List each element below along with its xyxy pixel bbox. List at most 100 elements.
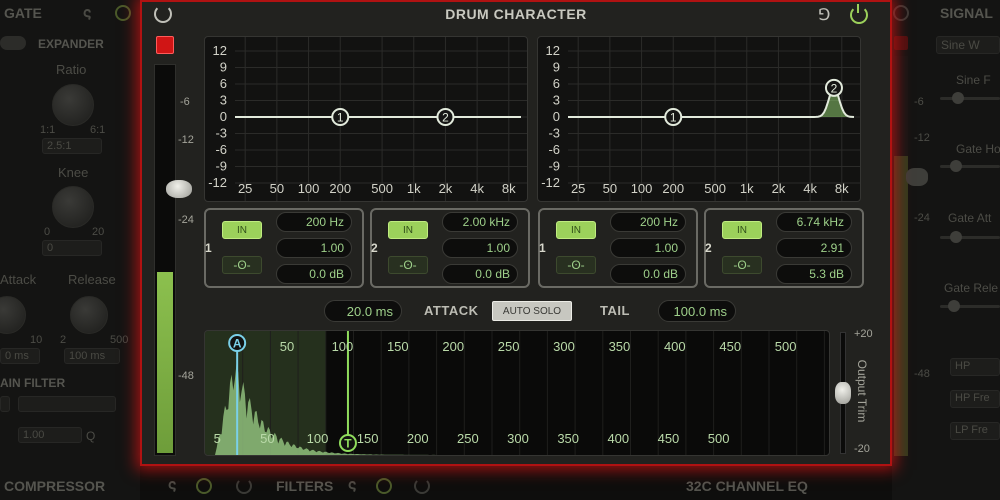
band-in-button[interactable]: IN xyxy=(556,221,596,239)
input-meter-tick: -24 xyxy=(178,214,194,226)
x-tick-label: 4k xyxy=(803,181,817,196)
slider-thumb[interactable] xyxy=(950,231,962,243)
sine-freq-slider[interactable] xyxy=(940,97,1000,100)
bell-icon: -ʘ- xyxy=(567,258,585,272)
ear-icon: 𝛓 xyxy=(83,4,92,20)
attack-max: 10 xyxy=(30,334,43,346)
band-gain-field[interactable]: 5.3 dB xyxy=(776,264,852,284)
band-shape-button[interactable]: -ʘ- xyxy=(556,256,596,274)
compressor-title: COMPRESSOR xyxy=(4,478,106,494)
release-min: 2 xyxy=(60,334,67,346)
ratio-min: 1:1 xyxy=(40,124,56,136)
band-shape-button[interactable]: -ʘ- xyxy=(222,256,262,274)
ratio-max: 6:1 xyxy=(90,124,106,136)
tail-time-field[interactable]: 100.0 ms xyxy=(658,300,736,322)
eq-graph-left[interactable]: 12 9 6 3 0 -3 -6 -9 -12 25 50 100 200 500 1k 2k 4k 8k 1 2 xyxy=(204,36,528,202)
hp-freq-field[interactable]: HP Fre xyxy=(950,390,1000,408)
y-tick-label: 6 xyxy=(553,76,560,91)
sidechain-field-a[interactable] xyxy=(0,396,10,412)
gate-hold-slider[interactable] xyxy=(940,165,1000,168)
band-shape-button[interactable]: -ʘ- xyxy=(722,256,762,274)
right-alert-button[interactable] xyxy=(894,36,908,50)
output-trim-handle[interactable] xyxy=(835,382,851,404)
y-tick-label: -12 xyxy=(541,175,560,190)
y-tick-label: -9 xyxy=(215,159,227,174)
eq-curve-right: 129630-3-6-9-12 25 50 100 200 500 1k 2k 4k 8k12 xyxy=(541,37,860,201)
sidechain-filter-title: AIN FILTER xyxy=(0,376,66,390)
release-max: 500 xyxy=(110,334,129,346)
eq-node-label: 1 xyxy=(337,111,344,125)
knee-value[interactable]: 0 xyxy=(42,240,102,256)
ear-icon[interactable]: ⅁ xyxy=(818,5,830,25)
sidechain-field-b[interactable] xyxy=(18,396,116,412)
gate-attack-slider[interactable] xyxy=(940,236,1000,239)
power-icon[interactable] xyxy=(850,4,868,24)
band-freq-field[interactable]: 2.00 kHz xyxy=(442,212,518,232)
ratio-knob[interactable] xyxy=(52,84,94,126)
right-meter-thumb[interactable] xyxy=(906,168,928,186)
expander-toggle[interactable] xyxy=(0,36,26,50)
y-tick-label: 9 xyxy=(220,60,227,75)
power-icon[interactable] xyxy=(893,5,909,21)
filters-title: FILTERS xyxy=(276,478,334,494)
ratio-value[interactable]: 2.5:1 xyxy=(42,138,102,154)
output-trim-label: Output Trim xyxy=(855,359,869,423)
attack-value[interactable]: 0 ms xyxy=(0,348,40,364)
gate-hold-label: Gate Ho xyxy=(956,142,1000,156)
right-meter-tick: -48 xyxy=(914,368,930,380)
envelope-top-tick: 150 xyxy=(387,339,409,354)
power-icon[interactable] xyxy=(376,478,392,494)
band-gain-field[interactable]: 0.0 dB xyxy=(276,264,352,284)
release-knob[interactable] xyxy=(70,296,108,334)
slider-thumb[interactable] xyxy=(950,160,962,172)
reset-icon[interactable] xyxy=(414,478,430,494)
auto-solo-button[interactable]: AUTO SOLO xyxy=(492,301,572,321)
band-gain-field[interactable]: 0.0 dB xyxy=(442,264,518,284)
eq-fill xyxy=(568,87,854,117)
band-in-button[interactable]: IN xyxy=(722,221,762,239)
band-in-button[interactable]: IN xyxy=(388,221,428,239)
band-freq-field[interactable]: 200 Hz xyxy=(610,212,686,232)
tail-handle-label: T xyxy=(344,437,352,451)
band-q-field[interactable]: 1.00 xyxy=(610,238,686,258)
eq-graph-right[interactable]: 12 9 6 3 0 -3 -6 -9 -12 25 50 100 200 500 1k 2k 4k 8k 1 2 xyxy=(537,36,861,202)
clip-indicator-button[interactable] xyxy=(156,36,174,54)
knee-max: 20 xyxy=(92,226,105,238)
lp-freq-field[interactable]: LP Fre xyxy=(950,422,1000,440)
x-tick-label: 500 xyxy=(704,181,726,196)
envelope-graph[interactable]: A T 50 100 150 200 250 300 350 400 450 500 5 50 100 150… xyxy=(204,330,830,456)
hp-field[interactable]: HP xyxy=(950,358,1000,376)
band-in-button[interactable]: IN xyxy=(222,221,262,239)
attack-time-field[interactable]: 20.0 ms xyxy=(324,300,402,322)
input-level-handle[interactable] xyxy=(166,180,192,198)
y-tick-label: 12 xyxy=(546,43,560,58)
drum-character-window: DRUM CHARACTER ⅁ -6 -12 -24 -48 12 9 6 3 0 -3… xyxy=(140,0,892,466)
slider-thumb[interactable] xyxy=(948,300,960,312)
x-tick-label: 500 xyxy=(371,181,393,196)
band-gain-field[interactable]: 0.0 dB xyxy=(610,264,686,284)
band-q-field[interactable]: 1.00 xyxy=(276,238,352,258)
x-tick-label: 50 xyxy=(270,181,284,196)
reset-icon[interactable] xyxy=(236,478,252,494)
gate-attack-label: Gate Att xyxy=(948,211,992,225)
signal-type-select[interactable]: Sine W xyxy=(936,36,1000,54)
output-trim-min: -20 xyxy=(854,443,870,455)
envelope-top-tick: 250 xyxy=(498,339,520,354)
input-meter-tick: -6 xyxy=(180,96,190,108)
band-q-field[interactable]: 1.00 xyxy=(442,238,518,258)
knee-knob[interactable] xyxy=(52,186,94,228)
band-shape-button[interactable]: -ʘ- xyxy=(388,256,428,274)
envelope-bottom-tick: 5 xyxy=(214,431,221,446)
slider-thumb[interactable] xyxy=(952,92,964,104)
power-icon[interactable] xyxy=(115,5,131,21)
release-value[interactable]: 100 ms xyxy=(64,348,120,364)
band-q-field[interactable]: 2.91 xyxy=(776,238,852,258)
attack-label: Attack xyxy=(0,272,37,287)
envelope-top-tick: 450 xyxy=(719,339,741,354)
band-freq-field[interactable]: 6.74 kHz xyxy=(776,212,852,232)
envelope-top-tick: 300 xyxy=(553,339,575,354)
y-tick-label: 0 xyxy=(220,109,227,124)
band-freq-field[interactable]: 200 Hz xyxy=(276,212,352,232)
sidechain-q-value[interactable]: 1.00 xyxy=(18,427,82,443)
power-icon[interactable] xyxy=(196,478,212,494)
